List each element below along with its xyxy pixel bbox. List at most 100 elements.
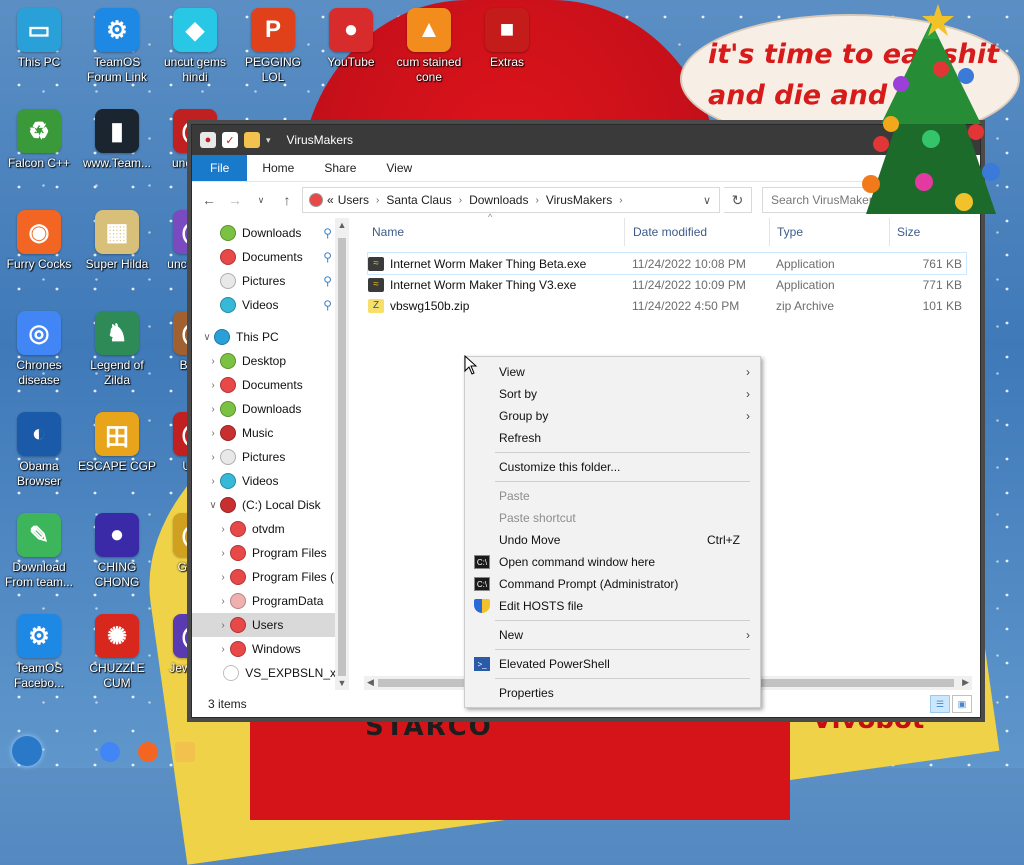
gear-icon: ⚙ <box>95 8 139 52</box>
file-row[interactable]: ≈ Internet Worm Maker Thing Beta.exe 11/24… <box>367 252 967 275</box>
desktop-icon[interactable]: ▲ cum stained cone <box>388 8 470 85</box>
desktop-icon[interactable]: ▭ This PC <box>0 8 80 70</box>
desktop-icon[interactable]: ■ Extras <box>466 8 548 70</box>
menu-item-label: Properties <box>499 686 554 700</box>
ornament-icon <box>933 61 949 77</box>
crumb-santa-claus[interactable]: Santa Claus <box>386 193 451 207</box>
ornament-icon <box>873 136 889 152</box>
desktop-icon[interactable]: 田 ESCAPE CGP <box>76 412 158 474</box>
window-app-icon[interactable]: ● <box>200 132 216 148</box>
chuzzle-icon: ✺ <box>95 614 139 658</box>
desktop-icon[interactable]: ♻ Falcon C++ <box>0 109 80 171</box>
recent-locations-button[interactable]: ∨ <box>250 189 272 211</box>
forward-button[interactable]: → <box>224 189 246 211</box>
worm-exe-icon: ≈ <box>368 277 384 292</box>
chevron-right-icon[interactable]: › <box>376 195 379 206</box>
desktop-icon[interactable]: P PEGGING LOL <box>232 8 314 85</box>
scroll-right-icon[interactable]: ▶ <box>962 677 969 688</box>
chevron-right-icon[interactable]: › <box>535 195 538 206</box>
menu-item-refresh[interactable]: Refresh <box>465 427 760 449</box>
desktop-icon[interactable]: ◆ uncut gems hindi <box>154 8 236 85</box>
menu-item-elevated-powershell[interactable]: >_ Elevated PowerShell <box>465 653 760 675</box>
chevron-right-icon[interactable]: › <box>459 195 462 206</box>
window-title: VirusMakers <box>286 133 353 147</box>
ornament-icon <box>922 130 940 148</box>
address-dropdown-icon[interactable]: ∨ <box>703 194 711 207</box>
menu-item-label: Group by <box>499 409 549 423</box>
desktop-icon[interactable]: ♞ Legend of Zilda <box>76 311 158 388</box>
menu-item-new[interactable]: New › <box>465 624 760 646</box>
menu-item-label: Undo Move <box>499 533 561 547</box>
address-overflow[interactable]: « <box>327 193 334 207</box>
quick-access-dropdown-icon[interactable]: ▾ <box>266 135 271 146</box>
firefox-icon[interactable] <box>138 742 158 762</box>
tab-view[interactable]: View <box>371 155 427 181</box>
desktop-icon[interactable]: ⚙ TeamOS Forum Link <box>76 8 158 85</box>
column-header-name[interactable]: Name <box>372 218 404 246</box>
menu-item-paste[interactable]: Paste <box>465 485 760 507</box>
desktop-icon[interactable]: ▮ www.Team... <box>76 109 158 171</box>
column-divider[interactable] <box>624 218 625 246</box>
menu-item-view[interactable]: View › <box>465 361 760 383</box>
desktop-icon[interactable]: ◉ Furry Cocks <box>0 210 80 272</box>
file-type: Application <box>776 277 835 292</box>
desktop-icon[interactable]: ◐ Obama Browser <box>0 412 80 489</box>
desktop-icon[interactable]: ✺ CHUZZLE CUM <box>76 614 158 691</box>
new-folder-quick-icon[interactable]: ■ <box>244 132 260 148</box>
scroll-left-icon[interactable]: ◀ <box>367 677 374 688</box>
ornament-icon <box>883 116 899 132</box>
desktop-icon[interactable]: ● YouTube <box>310 8 392 70</box>
desktop-icon[interactable]: ● CHING CHONG <box>76 513 158 590</box>
desktop-icon[interactable]: ⚙ TeamOS Facebo... <box>0 614 80 691</box>
mouse-cursor-icon <box>464 355 478 375</box>
menu-item-edit-hosts-file[interactable]: Edit HOSTS file <box>465 595 760 617</box>
refresh-button[interactable]: ↻ <box>724 187 752 213</box>
menu-item-properties[interactable]: Properties <box>465 682 760 704</box>
desktop-icon[interactable]: ✎ Download From team... <box>0 513 80 590</box>
cmd-icon: C:\ <box>474 577 490 591</box>
menu-item-command-prompt-administrator[interactable]: C:\ Command Prompt (Administrator) <box>465 573 760 595</box>
ornament-icon <box>862 175 880 193</box>
large-icons-view-button[interactable]: ▣ <box>952 695 972 713</box>
chrome-icon: ◎ <box>17 311 61 355</box>
desktop-icon-label: Falcon C++ <box>7 156 71 170</box>
menu-item-sort-by[interactable]: Sort by › <box>465 383 760 405</box>
back-button[interactable]: ← <box>198 189 220 211</box>
file-row[interactable]: Zvbswg150b.zip 11/24/2022 4:50 PM zip Arch… <box>368 295 966 316</box>
start-orb-icon[interactable] <box>12 736 42 766</box>
menu-item-paste-shortcut[interactable]: Paste shortcut <box>465 507 760 529</box>
menu-item-open-command-window-here[interactable]: C:\ Open command window here <box>465 551 760 573</box>
desktop-icon[interactable]: ◎ Chrones disease <box>0 311 80 388</box>
chrome-icon[interactable] <box>100 742 120 762</box>
file-row[interactable]: ≈ Internet Worm Maker Thing V3.exe 11/24/2… <box>368 274 966 295</box>
firefox-icon: ◉ <box>17 210 61 254</box>
menu-item-undo-move[interactable]: Undo Move Ctrl+Z <box>465 529 760 551</box>
file-date: 11/24/2022 10:09 PM <box>632 277 746 292</box>
chevron-right-icon[interactable]: › <box>619 195 622 206</box>
desktop-icon-label: CHING CHONG <box>94 560 140 589</box>
tab-share[interactable]: Share <box>309 155 371 181</box>
menu-item-label: Elevated PowerShell <box>499 657 610 671</box>
tab-home[interactable]: Home <box>247 155 309 181</box>
menu-separator <box>495 678 750 679</box>
up-button[interactable]: ↑ <box>276 189 298 211</box>
menu-separator <box>495 481 750 482</box>
column-header-date[interactable]: Date modified <box>633 218 707 246</box>
crumb-virusmakers[interactable]: VirusMakers <box>546 193 612 207</box>
menu-item-customize-this-folder[interactable]: Customize this folder... <box>465 456 760 478</box>
folder-icon[interactable] <box>175 742 195 762</box>
file-name: vbswg150b.zip <box>390 298 470 313</box>
properties-quick-icon[interactable]: ✓ <box>222 132 238 148</box>
ornament-icon <box>982 163 1000 181</box>
address-bar[interactable]: « Users › Santa Claus › Downloads › Viru… <box>302 187 720 213</box>
column-divider[interactable] <box>769 218 770 246</box>
column-header-type[interactable]: Type <box>777 218 803 246</box>
crumb-users[interactable]: Users <box>338 193 369 207</box>
file-size: 101 KB <box>922 298 962 313</box>
crumb-downloads[interactable]: Downloads <box>469 193 528 207</box>
details-view-button[interactable]: ☰ <box>930 695 950 713</box>
menu-item-group-by[interactable]: Group by › <box>465 405 760 427</box>
desktop-icon[interactable]: ▦ Super Hilda <box>76 210 158 272</box>
tab-file[interactable]: File <box>192 155 248 181</box>
cmd-icon: C:\ <box>474 555 490 569</box>
